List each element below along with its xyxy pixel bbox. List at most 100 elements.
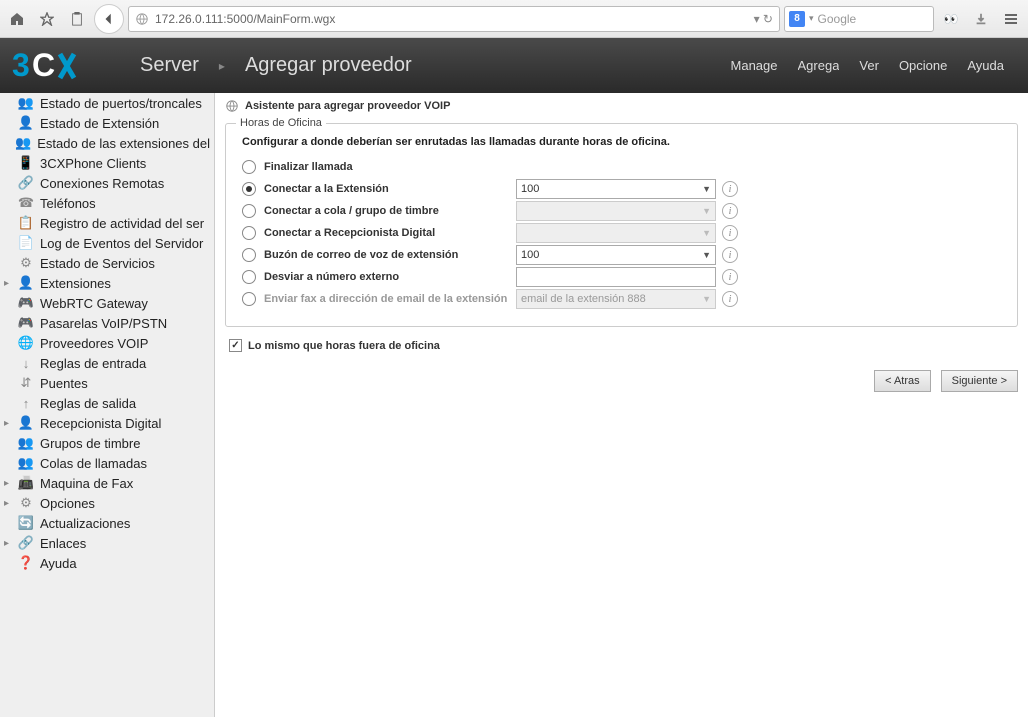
sidebar-icon: 📄 xyxy=(18,235,34,251)
info-icon[interactable]: i xyxy=(722,225,738,241)
back-button[interactable] xyxy=(94,4,124,34)
sidebar-item[interactable]: 🌐 Proveedores VOIP xyxy=(0,333,214,353)
sidebar-item[interactable]: 📱3CXPhone Clients xyxy=(0,153,214,173)
sidebar-icon: 📠 xyxy=(18,475,34,491)
sidebar-label: Pasarelas VoIP/PSTN xyxy=(40,316,167,331)
url-bar[interactable]: 172.26.0.111:5000/MainForm.wgx ▾ ↻ xyxy=(128,6,780,32)
sidebar-label: Estado de Servicios xyxy=(40,256,155,271)
info-icon[interactable]: i xyxy=(722,291,738,307)
sidebar-label: Teléfonos xyxy=(40,196,96,211)
select-field: email de la extensión 888▼ xyxy=(516,289,716,309)
sidebar-item[interactable]: ↓Reglas de entrada xyxy=(0,353,214,373)
expand-icon: ▸ xyxy=(4,478,12,489)
sidebar-item[interactable]: 👥Estado de puertos/troncales xyxy=(0,93,214,113)
sidebar-icon: 🎮 xyxy=(18,315,34,331)
sidebar-icon: 👥 xyxy=(18,455,34,471)
sidebar-label: Maquina de Fax xyxy=(40,476,133,491)
globe-icon xyxy=(135,12,149,26)
breadcrumb-item[interactable]: Agregar proveedor xyxy=(245,54,412,77)
google-icon: 8 xyxy=(789,11,805,27)
sidebar-label: Grupos de timbre xyxy=(40,436,140,451)
sidebar-label: Estado de las extensiones del xyxy=(37,136,210,151)
radio-button[interactable] xyxy=(242,248,256,262)
sidebar-item[interactable]: ⇵Puentes xyxy=(0,373,214,393)
breadcrumb-item[interactable]: Server xyxy=(140,54,199,77)
sidebar-item[interactable]: ▸ 📠 Maquina de Fax xyxy=(0,473,214,493)
sidebar-item[interactable]: ▸⚙Opciones xyxy=(0,493,214,513)
sidebar-item[interactable]: 🔗 Conexiones Remotas xyxy=(0,173,214,193)
text-field[interactable] xyxy=(516,267,716,287)
sidebar-item[interactable]: ❓Ayuda xyxy=(0,553,214,573)
nav-options[interactable]: Opcione xyxy=(899,58,947,73)
nav-add[interactable]: Agrega xyxy=(798,58,840,73)
home-icon[interactable] xyxy=(4,6,30,32)
binoculars-icon[interactable]: 👀 xyxy=(938,6,964,32)
sidebar-icon: 🔗 xyxy=(18,175,34,191)
sidebar-icon: ⇵ xyxy=(18,375,34,391)
sidebar-label: Actualizaciones xyxy=(40,516,130,531)
sidebar-label: Reglas de entrada xyxy=(40,356,146,371)
sidebar-label: Enlaces xyxy=(40,536,86,551)
sidebar-item[interactable]: 👥 Estado de las extensiones del xyxy=(0,133,214,153)
select-field[interactable]: 100▼ xyxy=(516,179,716,199)
expand-icon: ▸ xyxy=(4,418,12,429)
back-button[interactable]: < Atras xyxy=(874,370,931,392)
sidebar-item[interactable]: 🎮 Pasarelas VoIP/PSTN xyxy=(0,313,214,333)
next-button[interactable]: Siguiente > xyxy=(941,370,1018,392)
sidebar-item[interactable]: 📄Log de Eventos del Servidor xyxy=(0,233,214,253)
sidebar-item[interactable]: 👤Estado de Extensión xyxy=(0,113,214,133)
select-field: ▼ xyxy=(516,223,716,243)
sidebar-item[interactable]: 🔄Actualizaciones xyxy=(0,513,214,533)
radio-button[interactable] xyxy=(242,270,256,284)
sidebar-item[interactable]: 📋Registro de actividad del ser xyxy=(0,213,214,233)
sidebar-item[interactable]: 🎮WebRTC Gateway xyxy=(0,293,214,313)
sidebar-icon: ↑ xyxy=(18,395,34,411)
sidebar-item[interactable]: ▸👤Recepcionista Digital xyxy=(0,413,214,433)
breadcrumb-sep-icon: ▸ xyxy=(219,59,225,73)
nav-help[interactable]: Ayuda xyxy=(967,58,1004,73)
sidebar-item[interactable]: ⚙Estado de Servicios xyxy=(0,253,214,273)
radio-button[interactable] xyxy=(242,204,256,218)
form-row: Conectar a Recepcionista Digital▼i xyxy=(242,222,1001,244)
download-icon[interactable] xyxy=(968,6,994,32)
nav-view[interactable]: Ver xyxy=(859,58,879,73)
sidebar-label: Proveedores VOIP xyxy=(40,336,148,351)
expand-icon: ▸ xyxy=(4,538,12,549)
sidebar-icon: 🌐 xyxy=(18,335,34,351)
info-icon[interactable]: i xyxy=(722,269,738,285)
info-icon[interactable]: i xyxy=(722,247,738,263)
radio-button[interactable] xyxy=(242,226,256,240)
bookmark-icon[interactable] xyxy=(34,6,60,32)
svg-text:C: C xyxy=(32,47,55,83)
sidebar-icon: 👥 xyxy=(15,135,31,151)
form-row: Desviar a número externoi xyxy=(242,266,1001,288)
page-title: Asistente para agregar proveedor VOIP xyxy=(245,100,450,112)
fieldset-desc: Configurar a donde deberían ser enrutada… xyxy=(242,136,1001,148)
nav-manage[interactable]: Manage xyxy=(731,58,778,73)
radio-button[interactable] xyxy=(242,160,256,174)
sidebar-item[interactable]: ▸🔗Enlaces xyxy=(0,533,214,553)
sidebar-icon: 👥 xyxy=(18,95,34,111)
form-row: Enviar fax a dirección de email de la ex… xyxy=(242,288,1001,310)
sidebar-item[interactable]: 👥Grupos de timbre xyxy=(0,433,214,453)
checkbox-label: Lo mismo que horas fuera de oficina xyxy=(248,340,440,352)
sidebar-item[interactable]: 👥Colas de llamadas xyxy=(0,453,214,473)
sidebar-label: Conexiones Remotas xyxy=(40,176,164,191)
radio-button[interactable] xyxy=(242,182,256,196)
info-icon[interactable]: i xyxy=(722,203,738,219)
clipboard-icon[interactable] xyxy=(64,6,90,32)
sidebar-label: Opciones xyxy=(40,496,95,511)
sidebar-icon: 👤 xyxy=(18,415,34,431)
sidebar-icon: 👤 xyxy=(18,115,34,131)
select-field[interactable]: 100▼ xyxy=(516,245,716,265)
sidebar-item[interactable]: ↑Reglas de salida xyxy=(0,393,214,413)
browser-search[interactable]: 8 ▾ Google xyxy=(784,6,934,32)
radio-button[interactable] xyxy=(242,292,256,306)
sidebar-item[interactable]: ☎Teléfonos xyxy=(0,193,214,213)
same-as-outside-checkbox[interactable]: ✓ xyxy=(229,339,242,352)
menu-icon[interactable] xyxy=(998,6,1024,32)
info-icon[interactable]: i xyxy=(722,181,738,197)
sidebar-item[interactable]: ▸👤Extensiones xyxy=(0,273,214,293)
refresh-dropdown-icon[interactable]: ▾ ↻ xyxy=(754,12,773,26)
row-label: Finalizar llamada xyxy=(264,161,516,173)
